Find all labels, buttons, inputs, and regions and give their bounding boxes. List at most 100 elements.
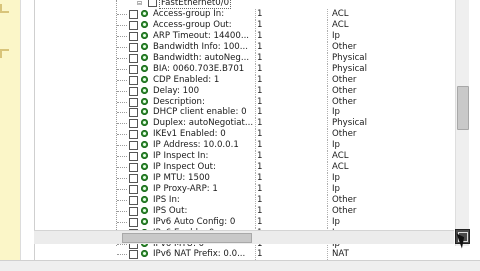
- checkbox-icon[interactable]: [129, 195, 138, 205]
- tree-row[interactable]: IPv6 Auto Config: 0 1 Ip: [35, 216, 455, 228]
- tree-row[interactable]: Bandwidth Info: 100... 1 Other: [35, 41, 455, 53]
- divider: [20, 0, 21, 260]
- tree-row[interactable]: BIA: 0060.703E.B701 1 Physical: [35, 63, 455, 75]
- attribute-name: Delay: 100: [153, 85, 200, 96]
- attribute-type: Ip: [332, 107, 340, 118]
- column-divider: [327, 41, 328, 53]
- green-circle-icon: [141, 42, 148, 50]
- green-circle-icon: [141, 141, 148, 149]
- green-circle-icon: [141, 21, 148, 29]
- tree-row[interactable]: Duplex: autoNegotiat... 1 Physical: [35, 118, 455, 130]
- tree-branch-line: [117, 178, 127, 179]
- green-circle-icon: [141, 86, 148, 94]
- checkbox-icon[interactable]: [129, 163, 138, 173]
- column-divider: [255, 52, 256, 64]
- vertical-scrollbar[interactable]: [455, 0, 469, 246]
- attribute-type: Other: [332, 205, 357, 216]
- column-divider: [255, 162, 256, 174]
- tree-branch-line: [117, 199, 127, 201]
- attribute-name: IP Inspect Out:: [153, 162, 216, 173]
- column-divider: [327, 31, 328, 43]
- tree-row[interactable]: IPS In: 1 Other: [35, 194, 455, 206]
- checkbox-icon[interactable]: [129, 86, 138, 96]
- tree-branch-line: [117, 210, 127, 212]
- tree-row[interactable]: IKEv1 Enabled: 0 1 Other: [35, 129, 455, 141]
- attribute-name: Bandwidth: autoNeg...: [153, 52, 250, 63]
- attribute-count: 1: [257, 162, 263, 173]
- green-circle-icon: [141, 250, 148, 258]
- tree-row[interactable]: Description: 1 Other: [35, 96, 455, 108]
- attribute-type: NAT: [332, 249, 349, 260]
- attribute-count: 1: [257, 205, 263, 216]
- column-divider: [255, 31, 256, 43]
- column-divider: [255, 41, 256, 53]
- column-divider: [255, 63, 256, 75]
- checkbox-icon[interactable]: [129, 184, 138, 194]
- horizontal-scroll-thumb[interactable]: [122, 233, 252, 243]
- tree-row[interactable]: IPS Out: 1 Other: [35, 205, 455, 217]
- attribute-type: Ip: [332, 31, 340, 42]
- column-divider: [327, 20, 328, 32]
- tree-row[interactable]: IP Address: 10.0.0.1 1 Ip: [35, 140, 455, 152]
- checkbox-icon[interactable]: [129, 32, 138, 42]
- attribute-type: Ip: [332, 183, 340, 194]
- attribute-count: 1: [257, 183, 263, 194]
- green-circle-icon: [141, 206, 148, 214]
- tree-row[interactable]: IPv6 NAT Prefix: 0.0... 1 NAT: [35, 249, 455, 260]
- tree-row[interactable]: CDP Enabled: 1 1 Other: [35, 74, 455, 86]
- tree-branch-line: [117, 188, 127, 190]
- checkbox-icon[interactable]: [129, 10, 138, 20]
- attribute-type: Physical: [332, 118, 367, 129]
- attribute-type: Other: [332, 85, 357, 96]
- checkbox-icon[interactable]: [129, 108, 138, 118]
- checkbox-icon[interactable]: [129, 119, 138, 129]
- attribute-tree-panel: ⊟ FastEthernet0/0 Access-group In: 1 ACL Ac…: [34, 0, 471, 260]
- checkbox-icon[interactable]: [129, 42, 138, 52]
- attribute-type: Physical: [332, 63, 367, 74]
- checkbox-icon[interactable]: [129, 64, 138, 74]
- tree-row[interactable]: IP Proxy-ARP: 1 1 Ip: [35, 183, 455, 195]
- attribute-name: IPv6 NAT Prefix: 0.0...: [153, 249, 246, 260]
- checkbox-icon[interactable]: [129, 250, 138, 260]
- green-circle-icon: [141, 217, 148, 225]
- tree-row[interactable]: IP MTU: 1500 1 Ip: [35, 173, 455, 184]
- tree-branch-line: [117, 156, 127, 158]
- tree-row[interactable]: Bandwidth: autoNeg... 1 Physical: [35, 52, 455, 64]
- tree-row[interactable]: ARP Timeout: 14400... 1 Ip: [35, 31, 455, 43]
- checkbox-icon[interactable]: [129, 217, 138, 227]
- attribute-count: 1: [257, 85, 263, 96]
- tree-branch-line: [117, 123, 127, 125]
- vertical-scroll-thumb[interactable]: [457, 86, 469, 130]
- green-circle-icon: [141, 32, 148, 40]
- checkbox-icon[interactable]: [129, 152, 138, 162]
- attribute-name: ARP Timeout: 14400...: [153, 31, 250, 42]
- attribute-type: Other: [332, 41, 357, 52]
- expand-icon[interactable]: ⊟: [137, 0, 142, 9]
- checkbox-icon[interactable]: [129, 21, 138, 31]
- checkbox-icon[interactable]: [148, 0, 157, 7]
- checkbox-icon[interactable]: [129, 97, 138, 107]
- tree-row[interactable]: Delay: 100 1 Other: [35, 85, 455, 97]
- checkbox-icon[interactable]: [129, 53, 138, 63]
- checkbox-icon[interactable]: [129, 141, 138, 151]
- attribute-type: Ip: [332, 140, 340, 151]
- attribute-count: 1: [257, 31, 263, 42]
- checkbox-icon[interactable]: [129, 206, 138, 216]
- tree-row[interactable]: Access-group Out: 1 ACL: [35, 20, 455, 32]
- attribute-count: 1: [257, 107, 263, 118]
- tree-row[interactable]: DHCP client enable: 0 1 Ip: [35, 107, 455, 119]
- tree-row[interactable]: IP Inspect In: 1 ACL: [35, 151, 455, 163]
- attribute-name: IKEv1 Enabled: 0: [153, 129, 226, 140]
- tree-row[interactable]: Access-group In: 1 ACL: [35, 9, 455, 21]
- checkbox-icon[interactable]: [129, 130, 138, 140]
- column-divider: [327, 52, 328, 64]
- column-divider: [255, 85, 256, 97]
- checkbox-icon[interactable]: [129, 75, 138, 85]
- horizontal-scrollbar[interactable]: [34, 230, 454, 244]
- attribute-count: 1: [257, 249, 263, 260]
- tree-row[interactable]: IP Inspect Out: 1 ACL: [35, 162, 455, 174]
- column-divider: [327, 183, 328, 195]
- column-divider: [255, 205, 256, 217]
- column-divider: [255, 173, 256, 184]
- checkbox-icon[interactable]: [129, 174, 138, 183]
